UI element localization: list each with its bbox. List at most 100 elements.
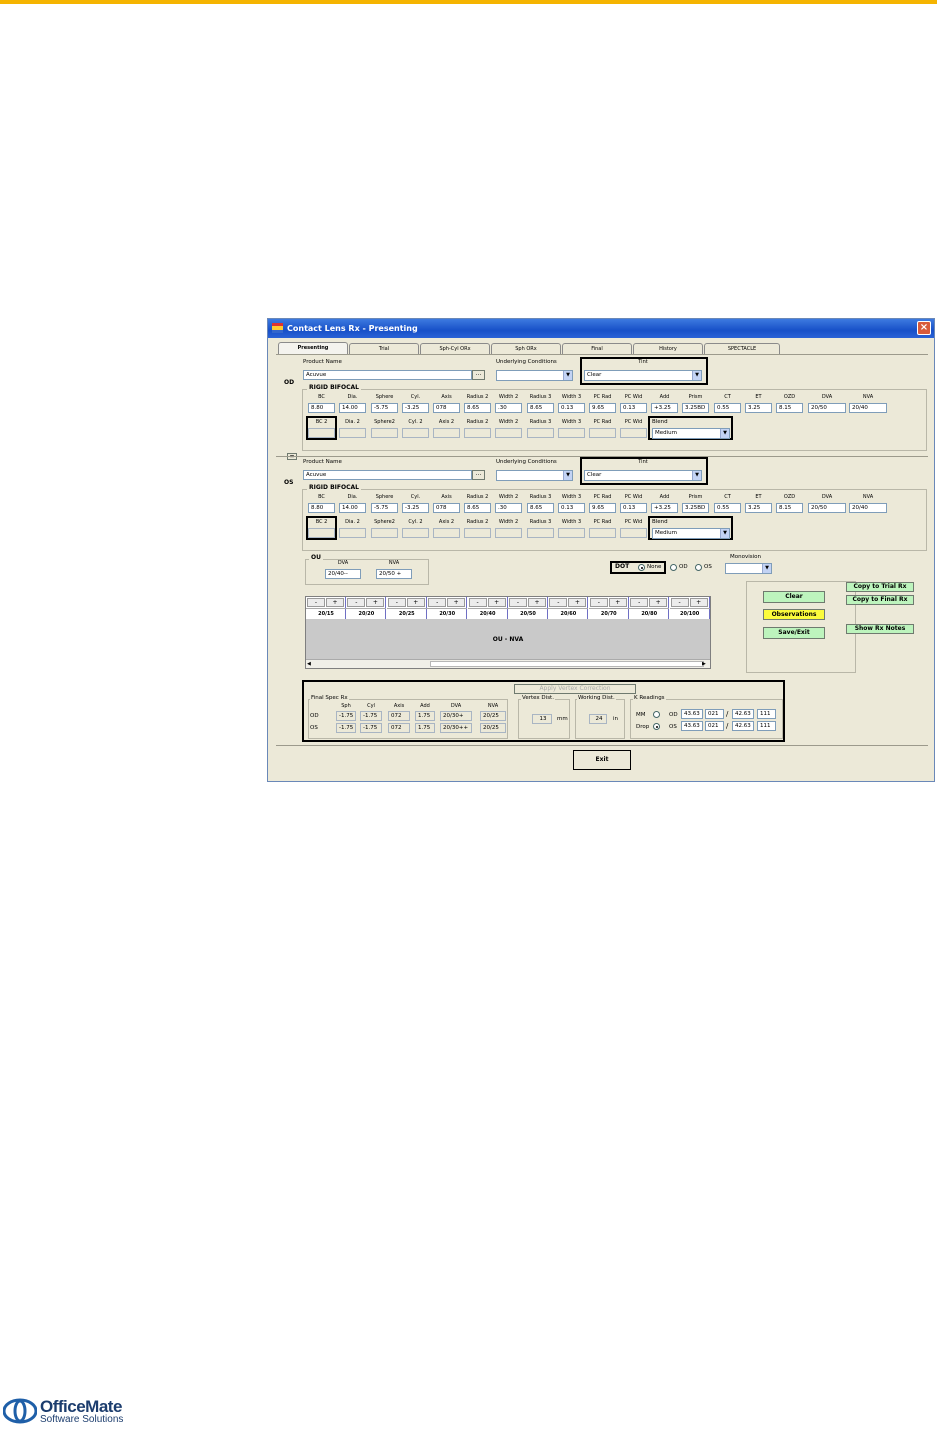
k-os-k1[interactable]: 43.63 [681, 721, 703, 731]
acuity-plus-button[interactable]: + [649, 598, 668, 607]
acuity-label[interactable]: 20/30 [427, 608, 468, 618]
show-rx-notes-button[interactable]: Show Rx Notes [846, 624, 914, 634]
acuity-minus-button[interactable]: - [509, 598, 527, 607]
acuity-minus-button[interactable]: - [670, 598, 689, 607]
save-exit-button[interactable]: Save/Exit [763, 627, 825, 639]
acuity-label[interactable]: 20/100 [669, 608, 710, 618]
acuity-minus-button[interactable]: - [307, 598, 325, 607]
od-tint-select[interactable]: Clear ▼ [584, 370, 702, 381]
od-blend-select[interactable]: Medium ▼ [652, 428, 730, 439]
tab-spectacle[interactable]: SPECTACLE [704, 343, 780, 354]
os-field[interactable]: 078 [433, 503, 460, 513]
k-od-k1[interactable]: 43.63 [681, 709, 703, 719]
monovision-select[interactable]: ▼ [725, 563, 772, 574]
od-field[interactable]: -5.75 [371, 403, 398, 413]
od-field[interactable]: 3.25 [745, 403, 772, 413]
od-field2[interactable] [558, 428, 585, 438]
k-od-axis2[interactable]: 111 [757, 709, 776, 719]
od-field2[interactable] [620, 428, 647, 438]
od-field[interactable]: 0.55 [714, 403, 741, 413]
os-field[interactable]: 8.65 [527, 503, 554, 513]
acuity-plus-button[interactable]: + [487, 598, 506, 607]
os-field[interactable]: 14.00 [339, 503, 366, 513]
od-field[interactable]: 8.65 [464, 403, 491, 413]
os-field2[interactable] [495, 528, 522, 538]
od-field[interactable]: 3.25BD [682, 403, 709, 413]
os-field[interactable]: 3.25BD [682, 503, 709, 513]
os-field2[interactable] [433, 528, 460, 538]
od-field[interactable]: 0.13 [558, 403, 585, 413]
ou-dva-field[interactable]: 20/40-- [325, 569, 361, 579]
tab-sph-cyl-orx[interactable]: Sph-Cyl ORx [420, 343, 490, 354]
acuity-minus-button[interactable]: - [428, 598, 447, 607]
tab-final[interactable]: Final [562, 343, 632, 354]
od-field2[interactable] [433, 428, 460, 438]
k-od-k2[interactable]: 42.63 [732, 709, 754, 719]
os-field2[interactable] [464, 528, 491, 538]
od-field2[interactable] [527, 428, 554, 438]
od-field2[interactable] [464, 428, 491, 438]
scroll-left-icon[interactable]: ◀ [307, 661, 314, 667]
tab-trial[interactable]: Trial [349, 343, 419, 354]
k-drop-radio[interactable] [653, 723, 660, 730]
os-field2[interactable] [558, 528, 585, 538]
close-button[interactable]: × [917, 321, 931, 335]
os-field[interactable]: 8.80 [308, 503, 335, 513]
os-field[interactable]: 9.65 [589, 503, 616, 513]
copy-to-final-button[interactable]: Copy to Final Rx [846, 595, 914, 605]
os-field2[interactable] [339, 528, 366, 538]
tab-history[interactable]: History [633, 343, 703, 354]
k-os-k2[interactable]: 42.63 [732, 721, 754, 731]
od-field[interactable]: 14.00 [339, 403, 366, 413]
od-field[interactable]: 078 [433, 403, 460, 413]
exit-button[interactable]: Exit [573, 750, 631, 770]
os-field[interactable]: -3.25 [402, 503, 429, 513]
od-field[interactable]: +3.25 [651, 403, 678, 413]
k-od-axis1[interactable]: 021 [705, 709, 724, 719]
od-underlying-select[interactable]: ▼ [496, 370, 573, 381]
acuity-plus-button[interactable]: + [326, 598, 344, 607]
dot-none-radio[interactable] [638, 564, 645, 571]
acuity-plus-button[interactable]: + [608, 598, 627, 607]
acuity-plus-button[interactable]: + [447, 598, 466, 607]
os-field[interactable]: 20/50 [808, 503, 846, 513]
k-os-axis1[interactable]: 021 [705, 721, 724, 731]
od-field[interactable]: -3.25 [402, 403, 429, 413]
acuity-label[interactable]: 20/20 [346, 608, 387, 618]
vertex-dist-field[interactable]: 13 [532, 714, 552, 724]
dot-os-radio[interactable] [695, 564, 702, 571]
acuity-label[interactable]: 20/25 [386, 608, 427, 618]
od-field[interactable]: 20/50 [808, 403, 846, 413]
acuity-label[interactable]: 20/15 [306, 608, 346, 618]
acuity-plus-button[interactable]: + [366, 598, 385, 607]
acuity-plus-button[interactable]: + [689, 598, 708, 607]
od-field[interactable]: 0.13 [620, 403, 647, 413]
od-field2[interactable] [371, 428, 398, 438]
os-field[interactable]: +3.25 [651, 503, 678, 513]
os-field2[interactable] [589, 528, 616, 538]
os-blend-select[interactable]: Medium ▼ [652, 528, 730, 539]
horizontal-scrollbar[interactable]: ◀ ▶ [306, 659, 710, 668]
od-field2[interactable] [589, 428, 616, 438]
os-field[interactable]: 8.15 [776, 503, 803, 513]
acuity-label[interactable]: 20/70 [588, 608, 629, 618]
os-field2[interactable] [371, 528, 398, 538]
acuity-label[interactable]: 20/80 [629, 608, 670, 618]
acuity-label[interactable]: 20/40 [467, 608, 508, 618]
od-field[interactable]: 20/40 [849, 403, 887, 413]
acuity-minus-button[interactable]: - [387, 598, 406, 607]
observations-button[interactable]: Observations [763, 609, 825, 620]
os-field[interactable]: 8.65 [464, 503, 491, 513]
copy-to-trial-button[interactable]: Copy to Trial Rx [846, 582, 914, 592]
os-field[interactable]: 0.13 [620, 503, 647, 513]
od-product-field[interactable]: Acuvue [303, 370, 472, 380]
od-field[interactable]: 9.65 [589, 403, 616, 413]
os-product-browse-button[interactable]: ... [472, 470, 485, 480]
od-field[interactable]: 8.80 [308, 403, 335, 413]
acuity-minus-button[interactable]: - [347, 598, 366, 607]
os-field2[interactable] [527, 528, 554, 538]
tab-sph-orx[interactable]: Sph ORx [491, 343, 561, 354]
k-os-axis2[interactable]: 111 [757, 721, 776, 731]
os-field[interactable]: 20/40 [849, 503, 887, 513]
acuity-plus-button[interactable]: + [528, 598, 546, 607]
